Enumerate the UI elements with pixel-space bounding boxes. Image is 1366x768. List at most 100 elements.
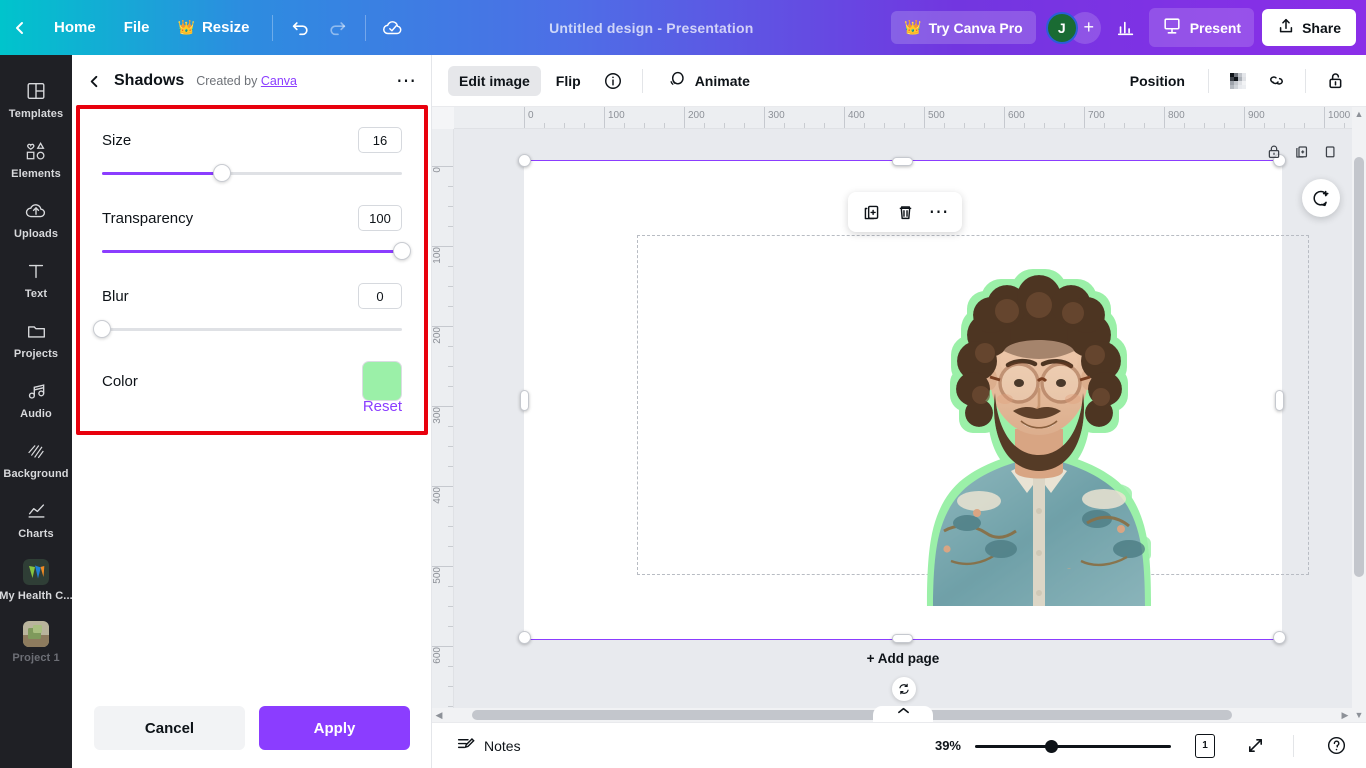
canvas-area[interactable]: ⋯ + Add page <box>454 129 1352 722</box>
resize-button[interactable]: 👑 Resize <box>164 11 264 44</box>
info-circle-icon[interactable] <box>596 65 630 97</box>
canva-link[interactable]: Canva <box>261 74 297 88</box>
expand-icon[interactable] <box>1239 730 1271 762</box>
sync-icon[interactable] <box>892 677 916 701</box>
chevron-left-icon[interactable] <box>82 69 106 93</box>
horizontal-scroll-thumb[interactable] <box>472 710 1232 720</box>
sidebar-item-elements[interactable]: Elements <box>4 129 68 187</box>
flip-button[interactable]: Flip <box>545 66 592 96</box>
more-horizontal-icon[interactable]: ⋯ <box>924 197 954 227</box>
duplicate-icon[interactable] <box>856 197 886 227</box>
redo-icon[interactable] <box>319 11 357 45</box>
unlock-icon[interactable] <box>1318 65 1352 97</box>
design-title[interactable]: Untitled design - Presentation <box>412 20 892 36</box>
design-page[interactable] <box>524 161 1282 639</box>
vertical-scroll-thumb[interactable] <box>1354 157 1364 577</box>
page-count-icon[interactable]: 1 <box>1189 730 1221 762</box>
slider-thumb[interactable] <box>393 242 411 260</box>
zoom-level-label[interactable]: 39% <box>935 738 961 753</box>
resize-handle-left-center[interactable] <box>520 390 529 411</box>
ruler-minor-tick <box>584 123 585 128</box>
resize-handle-top-left[interactable] <box>518 154 531 167</box>
slider-thumb[interactable] <box>213 164 231 182</box>
collaborators: J + <box>1046 12 1101 44</box>
try-canva-pro-button[interactable]: 👑 Try Canva Pro <box>891 11 1036 44</box>
ruler-minor-tick <box>448 226 453 227</box>
app-thumb-icon <box>23 559 49 585</box>
home-menu-button[interactable]: Home <box>40 11 110 44</box>
slider-track <box>102 328 402 331</box>
sidebar-item-text[interactable]: Text <box>4 249 68 307</box>
trash-icon[interactable] <box>890 197 920 227</box>
notes-button[interactable]: Notes <box>448 729 529 763</box>
ruler-minor-tick <box>448 186 453 187</box>
share-button[interactable]: Share <box>1262 9 1356 46</box>
zoom-thumb[interactable] <box>1045 740 1058 753</box>
scroll-up-icon[interactable]: ▲ <box>1352 107 1366 121</box>
sidebar-item-background[interactable]: Background <box>4 429 68 487</box>
portrait-image[interactable] <box>889 261 1189 606</box>
bar-chart-icon[interactable] <box>1107 11 1145 45</box>
sidebar-item-charts[interactable]: Charts <box>4 489 68 547</box>
vertical-ruler[interactable]: 010020030040050060070080090010001100 <box>432 129 454 722</box>
vertical-scrollbar[interactable]: ▲ ▼ <box>1352 107 1366 722</box>
add-page-button[interactable]: + Add page <box>524 639 1282 677</box>
resize-handle-top-center[interactable] <box>892 157 913 166</box>
ruler-minor-tick <box>448 306 453 307</box>
transparency-input[interactable]: 100 <box>358 205 402 231</box>
sidebar-item-audio[interactable]: Audio <box>4 369 68 427</box>
sidebar-item-project-1[interactable]: Project 1 <box>4 611 68 671</box>
ruler-tick: 400 <box>844 107 865 129</box>
file-menu-button[interactable]: File <box>110 11 164 44</box>
ruler-minor-tick <box>864 123 865 128</box>
created-by-label: Created by <box>196 74 257 88</box>
reset-link[interactable]: Reset <box>363 398 402 415</box>
undo-icon[interactable] <box>281 11 319 45</box>
page-tools <box>1262 140 1342 164</box>
scroll-down-icon[interactable]: ▼ <box>1352 708 1366 722</box>
panel-footer-actions: Cancel Apply <box>72 692 432 768</box>
ruler-tick: 300 <box>764 107 785 129</box>
sidebar-item-uploads[interactable]: Uploads <box>4 189 68 247</box>
resize-handle-right-center[interactable] <box>1275 390 1284 411</box>
edit-image-button[interactable]: Edit image <box>448 66 541 96</box>
size-input[interactable]: 16 <box>358 127 402 153</box>
sidebar-item-templates[interactable]: Templates <box>4 69 68 127</box>
more-horizontal-icon[interactable]: ⋯ <box>396 75 417 87</box>
ruler-tick: 500 <box>924 107 945 129</box>
horizontal-ruler[interactable]: 0100200300400500600700800900100011001200… <box>432 107 1352 129</box>
slider-thumb[interactable] <box>93 320 111 338</box>
blur-slider[interactable] <box>102 319 402 339</box>
blur-input[interactable]: 0 <box>358 283 402 309</box>
ruler-minor-tick <box>1024 123 1025 128</box>
add-comment-icon[interactable] <box>1302 179 1340 217</box>
lock-icon[interactable] <box>1262 140 1286 164</box>
ruler-minor-tick <box>1304 123 1305 128</box>
try-pro-label: Try Canva Pro <box>929 20 1023 36</box>
ruler-minor-tick <box>448 506 453 507</box>
apply-button[interactable]: Apply <box>259 706 410 750</box>
sidebar-item-my-health-c[interactable]: My Health C... <box>4 549 68 609</box>
color-swatch[interactable] <box>362 361 402 401</box>
duplicate-page-icon[interactable] <box>1290 140 1314 164</box>
scroll-right-icon[interactable]: ▶ <box>1338 708 1352 722</box>
delete-page-icon[interactable] <box>1318 140 1342 164</box>
animate-button[interactable]: Animate <box>655 62 761 100</box>
size-slider[interactable] <box>102 163 402 183</box>
cloud-check-icon[interactable] <box>374 11 412 45</box>
chevron-up-icon[interactable] <box>873 706 933 722</box>
transparency-slider[interactable] <box>102 241 402 261</box>
present-button[interactable]: Present <box>1149 8 1254 47</box>
back-icon[interactable] <box>0 20 40 36</box>
help-circle-icon[interactable] <box>1320 730 1352 762</box>
checkerboard-icon[interactable] <box>1221 65 1255 97</box>
page-number: 1 <box>1195 734 1215 758</box>
cancel-button[interactable]: Cancel <box>94 706 245 750</box>
link-icon[interactable] <box>1259 65 1293 97</box>
avatar[interactable]: J <box>1046 12 1078 44</box>
zoom-slider[interactable] <box>975 738 1171 754</box>
position-button[interactable]: Position <box>1119 66 1196 96</box>
ruler-tick: 700 <box>1084 107 1105 129</box>
scroll-left-icon[interactable]: ◀ <box>432 708 446 722</box>
sidebar-item-projects[interactable]: Projects <box>4 309 68 367</box>
